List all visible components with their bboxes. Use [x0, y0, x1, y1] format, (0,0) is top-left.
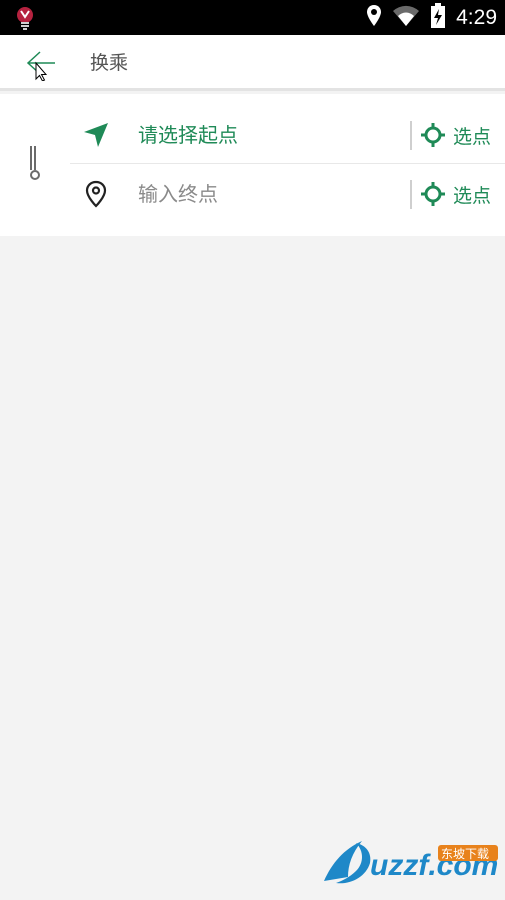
location-pin-icon	[82, 180, 110, 208]
status-icons: 4:29	[366, 0, 497, 35]
wifi-icon	[392, 5, 420, 31]
location-icon	[366, 4, 382, 32]
bulb-icon	[14, 6, 36, 34]
app-bar: 换乘	[0, 35, 505, 91]
svg-text:东坡下载: 东坡下载	[441, 847, 489, 861]
swap-route-icon	[30, 146, 40, 180]
watermark-logo: uzzf.com 东坡下载	[318, 833, 503, 888]
status-bar: 4:29	[0, 0, 505, 35]
status-time: 4:29	[456, 5, 497, 29]
end-point-input[interactable]: 输入终点	[138, 165, 218, 223]
divider	[410, 121, 412, 150]
crosshair-icon	[421, 123, 445, 147]
swap-route-button[interactable]	[24, 144, 46, 184]
start-point-row[interactable]: 请选择起点 选点	[70, 106, 505, 164]
pick-label: 选点	[453, 125, 492, 148]
pick-label: 选点	[453, 184, 492, 207]
crosshair-icon	[421, 182, 445, 206]
end-point-row[interactable]: 输入终点 选点	[70, 165, 505, 223]
battery-charging-icon	[430, 2, 446, 33]
start-point-input[interactable]: 请选择起点	[138, 106, 238, 164]
navigation-arrow-icon	[82, 121, 110, 149]
pick-start-point-button[interactable]: 选点	[420, 106, 505, 164]
back-button[interactable]	[20, 45, 60, 82]
route-card: 请选择起点 选点 输入终点 选点	[0, 94, 505, 236]
pick-end-point-button[interactable]: 选点	[420, 165, 505, 223]
page-title: 换乘	[90, 52, 129, 74]
back-arrow-icon	[26, 51, 55, 82]
divider	[410, 180, 412, 209]
